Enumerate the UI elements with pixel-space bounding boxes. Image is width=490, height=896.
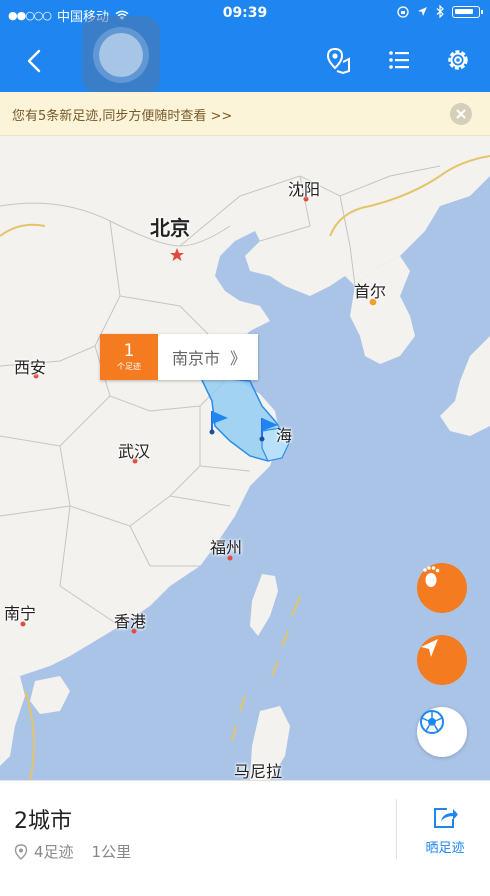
city-label-nanning: 南宁: [4, 604, 37, 623]
list-button[interactable]: [383, 44, 415, 76]
locate-button[interactable]: [417, 635, 467, 685]
callout-count-number: 1: [123, 341, 135, 361]
status-bar: ●●○○○ 中国移动 09:39: [0, 0, 490, 28]
nav-bar: [0, 16, 490, 94]
callout-count-unit: 个足迹: [117, 362, 141, 371]
sync-notice-bar[interactable]: 您有5条新足迹,同步方便随时查看 >>: [0, 92, 490, 136]
city-label-shenyang: 沈阳: [288, 180, 321, 199]
callout-city-name: 南京市: [172, 349, 221, 368]
city-count-title: 2城市: [14, 809, 72, 834]
footprint-map[interactable]: 北京 沈阳 首尔 西安 武汉 海 福州 南宁 香港 马尼拉 1 个足迹 南京市 …: [0, 136, 490, 780]
city-label-xian: 西安: [14, 358, 47, 377]
assistive-touch-button[interactable]: [82, 16, 160, 94]
map-pin-icon: [326, 47, 350, 75]
notice-text[interactable]: 您有5条新足迹,同步方便随时查看 >>: [12, 105, 232, 124]
summary-panel: 2城市 4足迹 1公里 晒足迹: [0, 780, 490, 896]
city-label-seoul: 首尔: [354, 282, 387, 301]
map-pin-button[interactable]: [323, 44, 355, 76]
gear-icon: [448, 50, 468, 70]
hainan-land: [30, 676, 70, 714]
chevron-left-icon: [27, 49, 41, 73]
japan-land: [440, 336, 490, 436]
city-label-fuzhou: 福州: [210, 538, 243, 557]
list-icon: [389, 51, 409, 69]
bluetooth-icon: [436, 5, 444, 18]
city-label-shanghai: 海: [276, 426, 293, 445]
callout-footprint-count: 1 个足迹: [100, 334, 158, 380]
location-arrow-icon: [418, 7, 427, 16]
settings-button[interactable]: [442, 44, 474, 76]
taiwan-land: [250, 574, 278, 636]
city-label-hongkong: 香港: [114, 612, 147, 631]
back-button[interactable]: [20, 46, 50, 76]
navigation-arrow-icon: [421, 639, 438, 657]
footprint-button[interactable]: [417, 563, 467, 613]
close-icon: [456, 109, 466, 119]
distance-value: 1公里: [91, 843, 132, 861]
battery-icon: [452, 5, 483, 18]
share-footprint-button[interactable]: 晒足迹: [400, 797, 490, 861]
notice-close-button[interactable]: [450, 103, 472, 125]
chevron-right-icon: 》: [230, 349, 247, 368]
city-label-beijing: 北京: [150, 216, 190, 240]
vertical-divider: [396, 799, 397, 859]
orientation-lock-icon: [397, 5, 409, 18]
footprint-count: 4足迹: [34, 843, 74, 861]
share-footprint-label: 晒足迹: [425, 841, 465, 856]
callout-city-link[interactable]: 南京市 》: [158, 334, 259, 380]
city-callout[interactable]: 1 个足迹 南京市 》: [100, 334, 259, 380]
soccer-ball-icon: [420, 710, 444, 734]
stats-line: 4足迹 1公里: [14, 841, 131, 862]
city-label-wuhan: 武汉: [118, 442, 151, 461]
city-label-manila: 马尼拉: [234, 762, 283, 780]
indochina-land: [0, 676, 25, 766]
location-pin-icon: [14, 843, 28, 860]
share-icon: [434, 808, 458, 828]
footprint-icon: [423, 566, 440, 587]
header-bar: ●●○○○ 中国移动 09:39: [0, 0, 490, 94]
share-ball-button[interactable]: [417, 707, 467, 757]
map-land-layer: [0, 136, 490, 780]
